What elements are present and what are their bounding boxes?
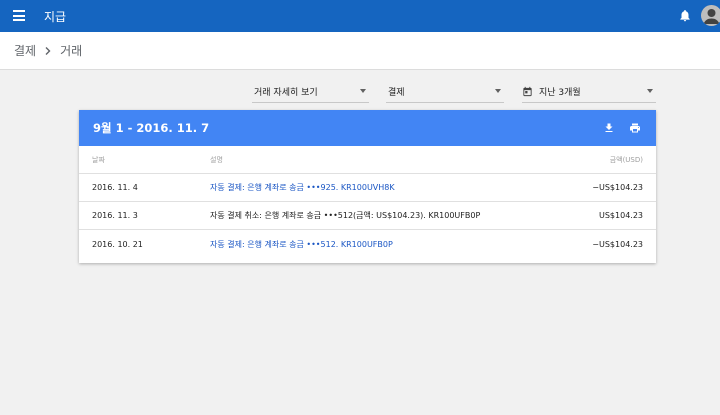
table-header: 날짜 설명 금액(USD) [79,146,656,174]
breadcrumb-current: 거래 [60,44,83,58]
date-range-label: 지난 3개월 [539,88,581,98]
dropdown-arrow-icon [495,89,501,93]
column-date: 날짜 [92,155,105,164]
column-description: 설명 [210,155,223,164]
row-date: 2016. 11. 4 [92,183,138,192]
column-amount: 금액(USD) [609,155,643,164]
table-row: 2016. 10. 21 자동 결제: 은행 계좌로 송금 •••512. KR… [79,230,656,258]
breadcrumb-parent[interactable]: 결제 [14,42,36,59]
menu-icon[interactable] [13,10,25,21]
row-description: 자동 결제 취소: 은행 계좌로 송금 •••512(금액: US$104.23… [210,211,481,220]
download-icon[interactable] [603,122,615,134]
table-row: 2016. 11. 4 자동 결제: 은행 계좌로 송금 •••925. KR1… [79,174,656,202]
app-title: 지급 [44,10,67,24]
calendar-icon [523,86,532,97]
row-date: 2016. 11. 3 [92,211,138,220]
row-date: 2016. 10. 21 [92,239,143,249]
print-icon[interactable] [629,122,641,134]
dropdown-arrow-icon [360,89,366,93]
row-description-link[interactable]: 자동 결제: 은행 계좌로 송금 •••512. KR100UFB0P [210,230,393,258]
dropdown-arrow-icon [647,89,653,93]
row-amount: −US$104.23 [592,183,643,192]
row-amount: −US$104.23 [592,239,643,249]
date-range-select[interactable]: 지난 3개월 [522,81,656,103]
app-bar: 지급 [0,0,720,32]
transaction-view-select[interactable]: 거래 자세히 보기 [252,81,369,103]
table-row: 2016. 11. 3 자동 결제 취소: 은행 계좌로 송금 •••512(금… [79,202,656,230]
row-description-link[interactable]: 자동 결제: 은행 계좌로 송금 •••925. KR100UVH8K [210,174,395,201]
transaction-view-label: 거래 자세히 보기 [254,88,318,98]
breadcrumb: 결제 거래 [0,32,720,70]
chevron-right-icon [45,46,51,55]
transactions-card: 9월 1 - 2016. 11. 7 날짜 설명 금액(USD) 2016. 1… [79,110,656,263]
bell-icon[interactable] [678,8,692,23]
transaction-type-select[interactable]: 결제 [386,81,504,103]
transaction-type-label: 결제 [388,88,405,98]
row-amount: US$104.23 [598,211,643,220]
avatar[interactable] [701,5,720,26]
card-header: 9월 1 - 2016. 11. 7 [79,110,656,146]
date-range-title: 9월 1 - 2016. 11. 7 [93,121,210,135]
